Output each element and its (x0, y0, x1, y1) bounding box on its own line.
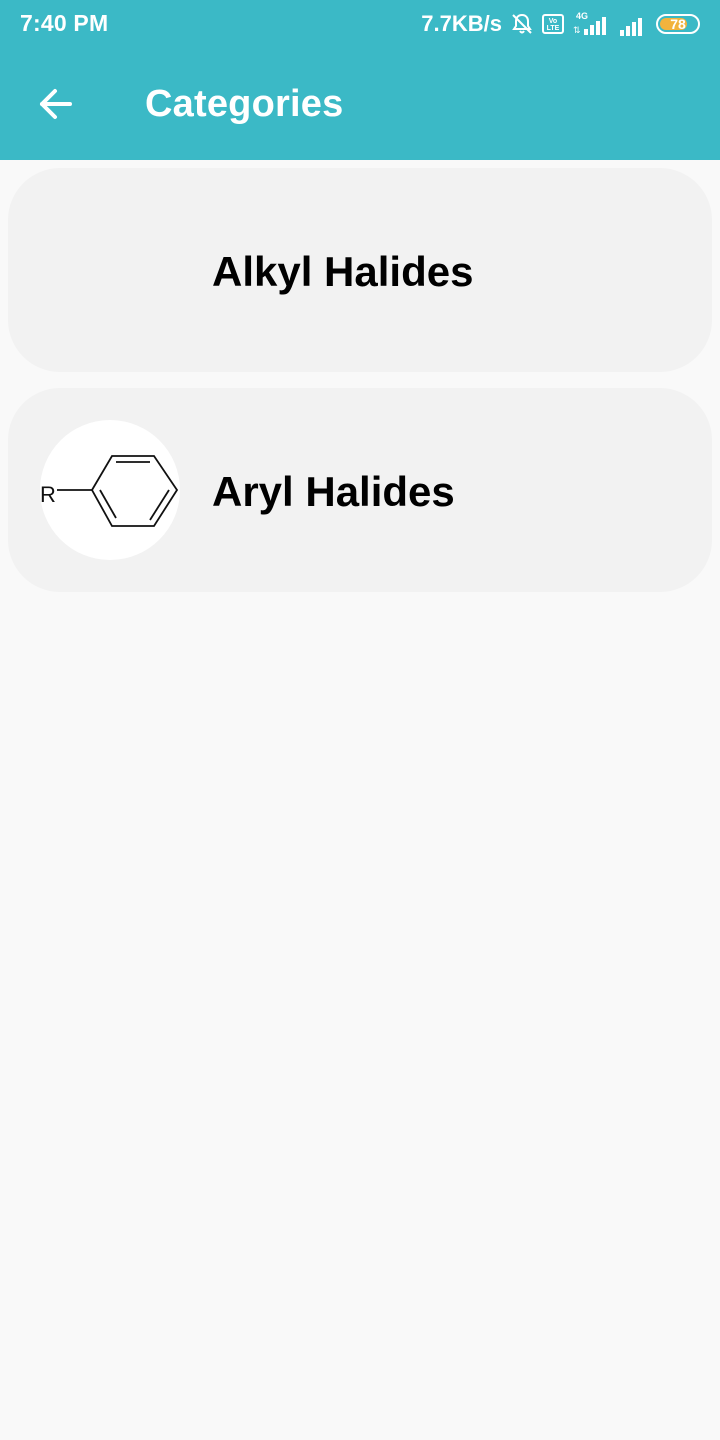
category-card-aryl-halides[interactable]: R Aryl Halides (8, 388, 712, 592)
signal-icon (618, 12, 648, 36)
back-arrow-icon (38, 86, 74, 127)
category-label: Aryl Halides (212, 468, 455, 515)
substituent-label: R (40, 482, 56, 507)
status-indicators: 7.7KB/s Vo LTE 4G ⇅ 78 (421, 9, 700, 39)
svg-text:⇅: ⇅ (573, 25, 581, 35)
category-thumbnail: R (40, 420, 180, 560)
category-label: Alkyl Halides (212, 248, 474, 295)
network-speed: 7.7KB/s (421, 11, 502, 36)
battery-icon: 78 (656, 14, 700, 34)
benzene-ring-structure: R (40, 455, 179, 527)
page-title: Categories (145, 83, 344, 125)
app-bar: 7:40 PM 7.7KB/s Vo LTE 4G ⇅ 78 Categorie… (0, 0, 720, 160)
back-button[interactable] (30, 80, 82, 132)
signal-4g-icon: 4G ⇅ (572, 11, 610, 37)
category-card-alkyl-halides[interactable]: Alkyl Halides (8, 168, 712, 372)
alarm-off-icon (510, 12, 534, 36)
network-type-label: 4G (576, 11, 588, 21)
volte-icon: Vo LTE (542, 14, 564, 34)
battery-level-text: 78 (670, 16, 686, 32)
status-time: 7:40 PM (20, 10, 109, 36)
status-bar: 7:40 PM 7.7KB/s Vo LTE 4G ⇅ 78 (0, 0, 720, 50)
